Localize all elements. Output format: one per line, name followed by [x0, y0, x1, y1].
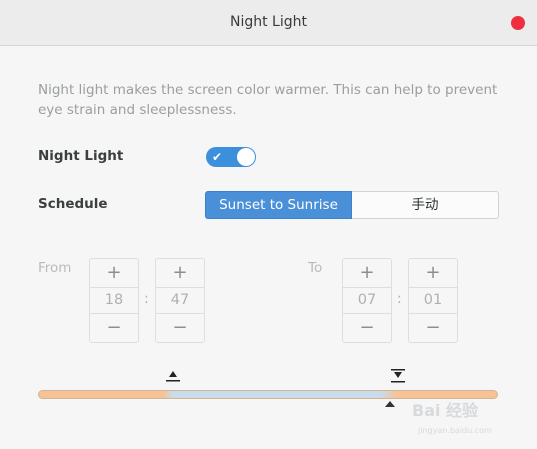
- watermark-logo: Bai 经验: [412, 401, 479, 420]
- to-hour-increment-button[interactable]: +: [343, 259, 391, 288]
- night-light-label: Night Light: [38, 148, 124, 164]
- from-minute-decrement-button[interactable]: −: [156, 313, 204, 342]
- schedule-manual-button[interactable]: 手动: [352, 191, 499, 219]
- schedule-label: Schedule: [38, 196, 108, 212]
- current-time-marker: [385, 401, 395, 407]
- sunset-icon: [166, 371, 180, 382]
- check-icon: ✔: [212, 150, 223, 164]
- to-label: To: [308, 260, 323, 276]
- to-hour-decrement-button[interactable]: −: [343, 313, 391, 342]
- title-bar: Night Light: [0, 0, 537, 46]
- to-hour-spinner: + 07 −: [342, 258, 392, 343]
- to-minute-decrement-button[interactable]: −: [409, 313, 457, 342]
- to-minute-increment-button[interactable]: +: [409, 259, 457, 288]
- from-label: From: [38, 260, 72, 276]
- from-minute-value[interactable]: 47: [156, 287, 204, 314]
- from-minute-spinner: + 47 −: [155, 258, 205, 343]
- from-hour-decrement-button[interactable]: −: [90, 313, 138, 342]
- description-text: Night light makes the screen color warme…: [38, 82, 498, 118]
- close-button[interactable]: [511, 16, 525, 30]
- night-light-toggle[interactable]: ✔: [206, 147, 256, 167]
- to-minute-spinner: + 01 −: [408, 258, 458, 343]
- from-time-separator: :: [144, 291, 149, 307]
- to-time-separator: :: [397, 291, 402, 307]
- sunrise-icon: [391, 369, 405, 383]
- to-minute-value[interactable]: 01: [409, 287, 457, 314]
- from-minute-increment-button[interactable]: +: [156, 259, 204, 288]
- toggle-knob: [237, 148, 255, 166]
- from-hour-spinner: + 18 −: [89, 258, 139, 343]
- to-hour-value[interactable]: 07: [343, 287, 391, 314]
- schedule-sunset-to-sunrise-button[interactable]: Sunset to Sunrise: [205, 191, 352, 219]
- from-hour-value[interactable]: 18: [90, 287, 138, 314]
- from-hour-increment-button[interactable]: +: [90, 259, 138, 288]
- watermark-url: jingyan.baidu.com: [418, 426, 492, 435]
- window-title: Night Light: [230, 14, 307, 30]
